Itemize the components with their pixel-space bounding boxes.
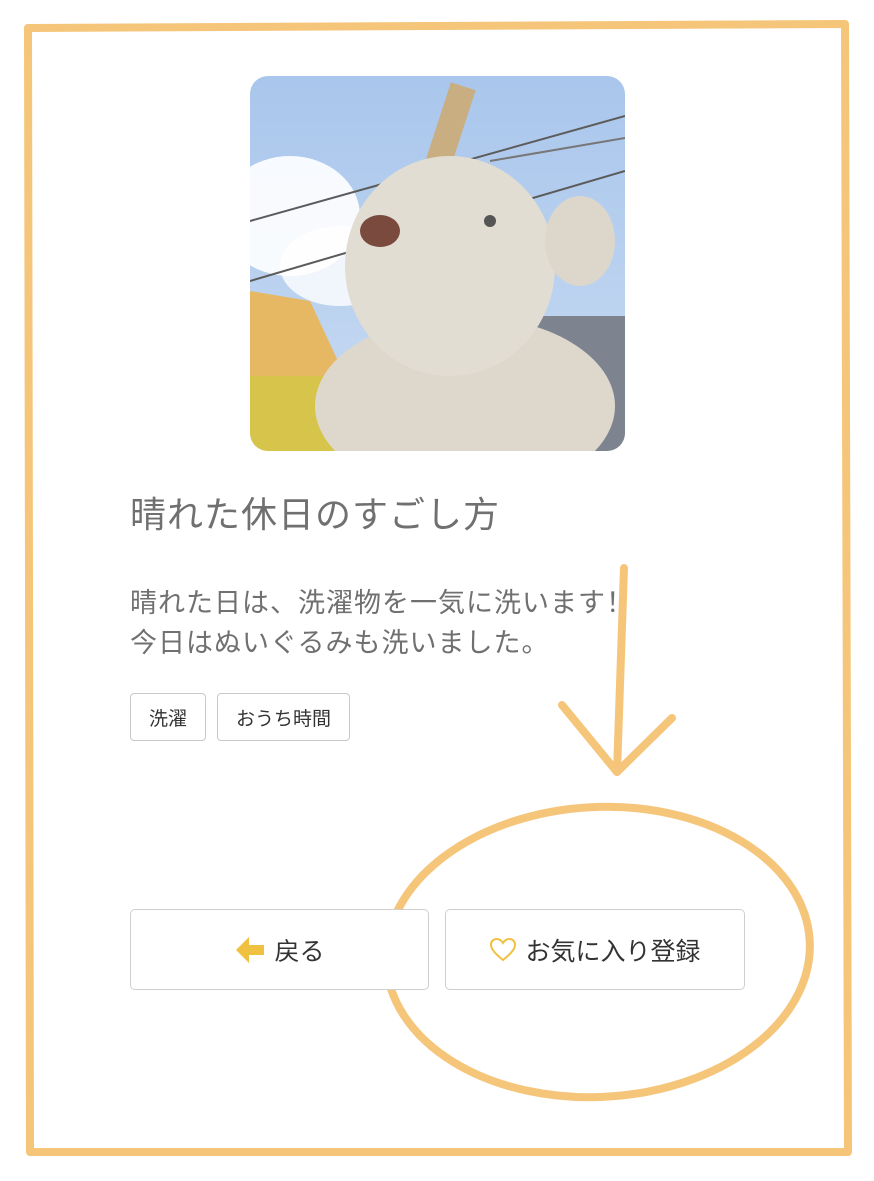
tag-home-time[interactable]: おうち時間 bbox=[217, 693, 351, 741]
post-description-line: 今日はぬいぐるみも洗いました。 bbox=[130, 628, 550, 659]
post-title: 晴れた休日のすごし方 bbox=[130, 495, 501, 536]
post-description-line: 晴れた日は、洗濯物を一気に洗います！ bbox=[130, 588, 634, 619]
post-photo bbox=[250, 76, 625, 451]
tag-laundry[interactable]: 洗濯 bbox=[130, 693, 207, 741]
post-description: 晴れた日は、洗濯物を一気に洗います！ 今日はぬいぐるみも洗いました。 bbox=[130, 584, 750, 664]
add-favorite-button[interactable]: お気に入り登録 bbox=[445, 909, 745, 990]
annotation-arrow-head bbox=[558, 701, 676, 776]
heart-outline-icon bbox=[489, 937, 517, 963]
teddy-bear-photo-image bbox=[250, 76, 625, 451]
back-button-label: 戻る bbox=[274, 936, 325, 966]
add-favorite-button-label: お気に入り登録 bbox=[525, 936, 701, 966]
tag-list: 洗濯 おうち時間 bbox=[130, 693, 351, 741]
arrow-left-icon bbox=[234, 935, 266, 965]
back-button[interactable]: 戻る bbox=[130, 909, 429, 990]
